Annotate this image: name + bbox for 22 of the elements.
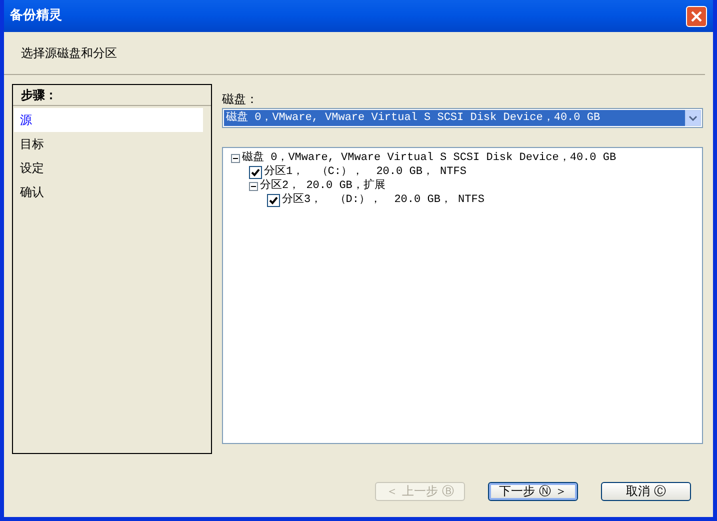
dropdown-caret-icon[interactable] [685,110,701,126]
step-item[interactable]: 目标 [14,132,203,156]
disk-label: 磁盘： [222,91,259,108]
page-subtitle: 选择源磁盘和分区 [21,45,117,62]
window-title: 备份精灵 [10,7,62,26]
disk-dropdown[interactable]: 磁盘 0，VMware, VMware Virtual S SCSI Disk Device，40.0 GB [222,108,703,128]
steps-title: 步骤： [21,87,57,104]
collapse-toggle[interactable] [231,154,240,162]
dialog-button[interactable]: 下一步 Ⓝ ＞ [488,482,578,500]
collapse-toggle[interactable] [249,182,258,190]
close-button[interactable] [686,6,707,26]
tree-item-label[interactable]: 分区3， （D:）， 20.0 GB， NTFS [282,193,484,207]
tree-item-label[interactable]: 分区1， （C:）， 20.0 GB， NTFS [264,165,466,179]
partition-checkbox[interactable] [267,194,280,206]
tree-item-label[interactable]: 分区2， 20.0 GB，扩展 [260,179,386,193]
step-item[interactable]: 设定 [14,156,203,180]
step-item[interactable]: 源 [14,108,203,132]
close-icon [691,10,702,22]
step-item[interactable]: 确认 [14,180,203,204]
partition-checkbox[interactable] [249,166,262,178]
tree-item-label[interactable]: 磁盘 0，VMware, VMware Virtual S SCSI Disk Device，40.0 GB [242,151,616,165]
dialog-button[interactable]: 取消 Ⓒ [601,482,691,500]
